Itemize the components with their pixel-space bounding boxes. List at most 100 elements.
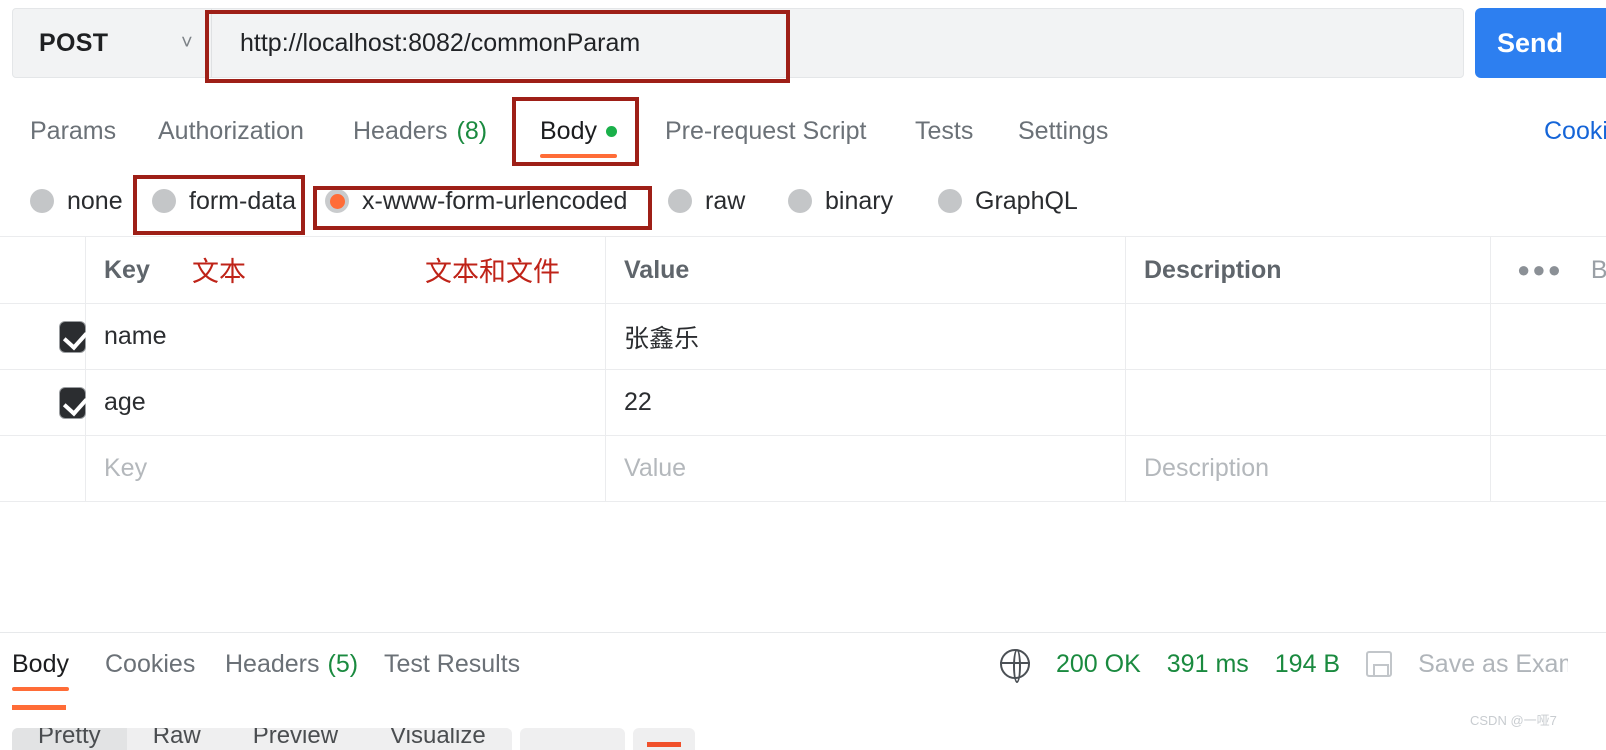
- body-type-radio-group: none form-data x-www-form-urlencoded raw…: [0, 172, 1606, 230]
- save-icon[interactable]: [1366, 651, 1393, 677]
- row-enabled-checkbox[interactable]: [60, 387, 85, 418]
- new-description-cell[interactable]: Description: [1125, 436, 1490, 501]
- radio-dot-icon: [938, 189, 962, 213]
- view-mode-visualize[interactable]: Visualize: [364, 728, 512, 750]
- radio-dot-selected-icon: [325, 189, 349, 213]
- active-tab-underline: [12, 705, 66, 710]
- radio-graphql[interactable]: GraphQL: [938, 172, 1078, 230]
- tab-body[interactable]: Body: [540, 98, 617, 164]
- response-tab-cookies[interactable]: Cookies: [105, 633, 195, 695]
- view-mode-raw[interactable]: Raw: [126, 728, 227, 750]
- radio-binary[interactable]: binary: [788, 172, 893, 230]
- send-button[interactable]: Send: [1475, 8, 1606, 78]
- radio-x-www-form-urlencoded[interactable]: x-www-form-urlencoded: [325, 172, 627, 230]
- active-tab-underline: [12, 687, 69, 691]
- row-description-cell[interactable]: [1125, 370, 1490, 435]
- row-checkbox-cell: [0, 436, 85, 501]
- response-format-selector[interactable]: [519, 728, 625, 750]
- row-description-value: [1126, 304, 1490, 369]
- watermark: CSDN @一哑7: [1470, 713, 1557, 728]
- row-description-value: [1126, 370, 1490, 435]
- header-checkbox-cell: [0, 237, 85, 303]
- save-as-example-button[interactable]: Save as Example: [1418, 650, 1568, 679]
- radio-dot-icon: [788, 189, 812, 213]
- new-description-placeholder: Description: [1144, 454, 1270, 482]
- header-tools-cell: ●●● Bulk Edit: [1490, 237, 1606, 303]
- response-tab-test-results[interactable]: Test Results: [384, 633, 520, 695]
- tab-label: Pre-request Script: [665, 116, 867, 145]
- tab-label: Params: [30, 116, 117, 145]
- headers-count: (8): [456, 116, 488, 145]
- table-row: age 22: [0, 370, 1606, 436]
- table-row: name 张鑫乐: [0, 304, 1606, 370]
- row-value-value: 张鑫乐: [624, 324, 700, 353]
- response-time: 391 ms: [1166, 649, 1249, 678]
- new-value-cell[interactable]: Value: [605, 436, 1125, 501]
- tab-label: Authorization: [158, 116, 304, 145]
- view-mode-pretty[interactable]: Pretty: [12, 728, 127, 750]
- row-value-cell[interactable]: 张鑫乐: [605, 304, 1125, 369]
- modified-dot-icon: [605, 125, 617, 137]
- response-size: 194 B: [1274, 649, 1341, 678]
- row-value-value: 22: [624, 388, 652, 416]
- tab-headers[interactable]: Headers (8): [353, 98, 487, 164]
- view-mode-group: Pretty Raw Preview Visualize: [12, 728, 512, 750]
- tab-pre-request-script[interactable]: Pre-request Script: [665, 98, 866, 164]
- header-value-cell: Value: [605, 237, 1125, 303]
- request-tab-bar: Params Authorization Headers (8) Body Pr…: [0, 98, 1606, 164]
- response-tab-body[interactable]: Body: [12, 633, 69, 695]
- radio-dot-icon: [30, 189, 54, 213]
- row-enabled-checkbox[interactable]: [60, 321, 85, 352]
- row-key-cell[interactable]: name: [85, 304, 605, 369]
- tab-label: Headers: [353, 116, 448, 145]
- view-mode-preview[interactable]: Preview: [226, 728, 365, 750]
- radio-label: GraphQL: [975, 186, 1078, 215]
- row-checkbox-cell: [0, 370, 85, 435]
- tab-authorization[interactable]: Authorization: [158, 98, 304, 164]
- response-tab-headers[interactable]: Headers (5): [225, 633, 358, 695]
- radio-dot-icon: [668, 189, 692, 213]
- ellipsis-icon[interactable]: ●●●: [1517, 257, 1563, 283]
- url-input[interactable]: [212, 9, 1463, 77]
- response-wrap-toggle[interactable]: [632, 728, 695, 750]
- response-view-mode-bar: Pretty Raw Preview Visualize: [12, 728, 695, 750]
- annotation-label-text-and-file: 文本和文件: [425, 257, 560, 287]
- tab-label: Test Results: [384, 649, 521, 678]
- url-bar-container: POST ˅: [12, 8, 1464, 78]
- row-key-value: age: [104, 388, 146, 416]
- tab-label: Cookies: [105, 649, 196, 678]
- globe-icon: [1000, 649, 1030, 683]
- method-label: POST: [39, 28, 109, 57]
- tab-params[interactable]: Params: [30, 98, 116, 164]
- header-description-cell: Description: [1125, 237, 1490, 303]
- new-key-placeholder: Key: [104, 454, 148, 482]
- radio-label: x-www-form-urlencoded: [362, 186, 628, 215]
- row-tools-cell: [1490, 436, 1606, 501]
- table-placeholder-row: Key Value Description: [0, 436, 1606, 502]
- radio-label: form-data: [189, 186, 296, 215]
- tab-tests[interactable]: Tests: [915, 98, 973, 164]
- bulk-edit-button[interactable]: Bulk Edit: [1591, 256, 1606, 285]
- tab-label: Body: [12, 649, 69, 678]
- row-description-cell[interactable]: [1125, 304, 1490, 369]
- row-tools-cell: [1490, 370, 1606, 435]
- status-badge: 200 OK: [1056, 649, 1141, 678]
- radio-form-data[interactable]: form-data: [152, 172, 296, 230]
- new-value-placeholder: Value: [624, 454, 687, 482]
- tab-label: Headers: [225, 649, 320, 678]
- radio-label: raw: [705, 186, 746, 215]
- radio-none[interactable]: none: [30, 172, 123, 230]
- row-value-cell[interactable]: 22: [605, 370, 1125, 435]
- radio-raw[interactable]: raw: [668, 172, 745, 230]
- new-key-cell[interactable]: Key: [85, 436, 605, 501]
- method-selector[interactable]: POST ˅: [13, 9, 211, 77]
- cookies-link[interactable]: Cookies: [1544, 98, 1606, 164]
- tab-settings[interactable]: Settings: [1018, 98, 1108, 164]
- header-value-label: Value: [624, 255, 690, 284]
- row-key-value: name: [104, 322, 167, 350]
- radio-label: binary: [825, 186, 894, 215]
- chevron-down-icon: ˅: [181, 32, 193, 54]
- tab-label: Settings: [1018, 116, 1109, 145]
- row-key-cell[interactable]: age: [85, 370, 605, 435]
- tab-label: Tests: [915, 116, 974, 145]
